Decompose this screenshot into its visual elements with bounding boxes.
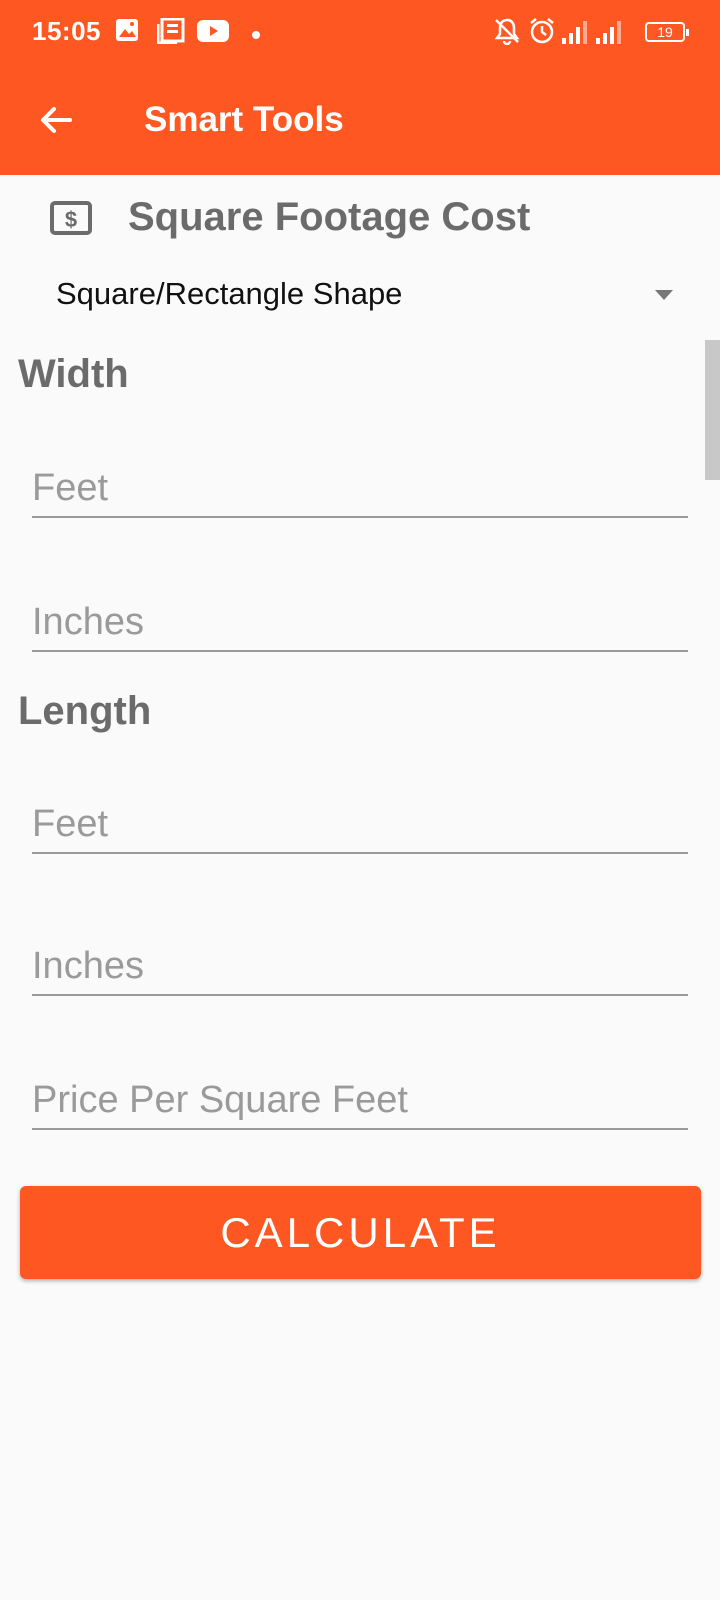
length-feet-field (32, 792, 688, 854)
app-title: Smart Tools (144, 100, 344, 139)
width-inches-input[interactable] (32, 601, 688, 644)
width-feet-field (32, 456, 688, 518)
length-feet-input[interactable] (32, 803, 688, 846)
signal-icon (562, 20, 592, 49)
dot-icon (251, 27, 261, 45)
youtube-icon (197, 20, 229, 47)
shape-dropdown[interactable]: Square/Rectangle Shape (56, 272, 681, 322)
dollar-bill-icon: $ (50, 201, 92, 240)
calculate-button[interactable]: CALCULATE (20, 1186, 701, 1279)
price-field (32, 1068, 688, 1130)
svg-text:$: $ (65, 207, 77, 232)
shape-dropdown-value: Square/Rectangle Shape (56, 276, 403, 311)
status-bar: 15:05 19 (0, 0, 720, 64)
gallery-icon (115, 18, 139, 47)
width-label: Width (18, 352, 129, 396)
length-inches-field (32, 934, 688, 996)
dropdown-arrow-icon (655, 290, 673, 300)
length-inches-input[interactable] (32, 945, 688, 988)
price-per-square-feet-input[interactable] (32, 1079, 688, 1122)
width-feet-input[interactable] (32, 467, 688, 510)
signal-icon (596, 20, 626, 49)
length-label: Length (18, 689, 152, 733)
back-arrow-icon[interactable] (36, 100, 76, 140)
bell-off-icon (493, 17, 521, 50)
page-header: $ Square Footage Cost (50, 195, 670, 245)
battery-icon: 19 (645, 22, 689, 42)
width-inches-field (32, 590, 688, 652)
status-time: 15:05 (32, 16, 101, 46)
scrollbar-thumb[interactable] (705, 340, 720, 480)
news-icon (156, 17, 185, 49)
page-title: Square Footage Cost (128, 195, 531, 239)
app-bar: 15:05 19 Smart Tools (0, 0, 720, 175)
alarm-icon (528, 17, 556, 50)
